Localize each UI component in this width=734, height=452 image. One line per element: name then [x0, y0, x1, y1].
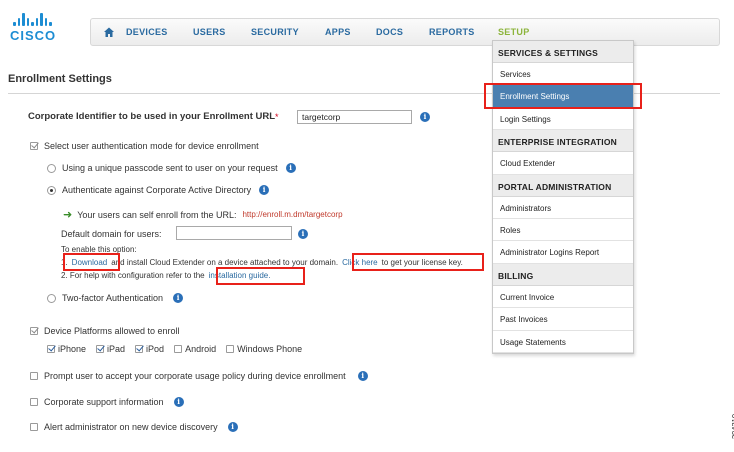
usage-policy-label: Prompt user to accept your corporate usa… — [44, 371, 346, 381]
support-info-row: Corporate support information i — [30, 397, 184, 407]
platform-options: iPhone iPad iPod Android Windows Phone — [47, 344, 302, 354]
self-enroll-url[interactable]: http://enroll.m.dm/targetcorp — [242, 210, 342, 219]
auth-mode-row: Select user authentication mode for devi… — [30, 141, 259, 151]
support-info-checkbox[interactable] — [30, 398, 38, 406]
alert-admin-row: Alert administrator on new device discov… — [30, 422, 238, 432]
usage-policy-checkbox[interactable] — [30, 372, 38, 380]
menu-item-administrators[interactable]: Administrators — [493, 197, 633, 219]
nav-reports[interactable]: REPORTS — [429, 27, 475, 37]
android-checkbox[interactable] — [174, 345, 183, 353]
menu-item-current-invoice[interactable]: Current Invoice — [493, 286, 633, 309]
ad-row: Authenticate against Corporate Active Di… — [47, 185, 270, 195]
two-factor-label: Two-factor Authentication — [62, 293, 164, 303]
auth-mode-label: Select user authentication mode for devi… — [44, 141, 259, 151]
cisco-bars-icon — [13, 12, 56, 26]
windows-phone-checkbox[interactable] — [226, 345, 235, 353]
menu-item-usage-statements[interactable]: Usage Statements — [493, 331, 633, 353]
iphone-checkbox[interactable] — [47, 345, 55, 353]
alert-admin-label: Alert administrator on new device discov… — [44, 422, 218, 432]
highlight-installation-guide — [216, 267, 305, 285]
ipad-label: iPad — [107, 344, 126, 354]
ipod-checkbox[interactable] — [135, 345, 144, 353]
info-icon[interactable]: i — [227, 422, 238, 432]
info-icon[interactable]: i — [357, 371, 368, 381]
corp-id-row: Corporate Identifier to be used in your … — [28, 111, 279, 122]
nav-security[interactable]: SECURITY — [251, 27, 299, 37]
nav-devices[interactable]: DEVICES — [126, 27, 168, 37]
alert-admin-checkbox[interactable] — [30, 423, 38, 431]
default-domain-row: Default domain for users: — [61, 229, 162, 239]
self-enroll-row: ➜ Your users can self enroll from the UR… — [63, 208, 343, 221]
menu-heading: BILLING — [493, 263, 633, 286]
info-icon[interactable]: i — [420, 112, 430, 122]
step2-prefix: 2. For help with configuration refer to … — [61, 271, 205, 280]
required-mark: * — [275, 111, 279, 122]
menu-item-cloud-extender[interactable]: Cloud Extender — [493, 152, 633, 175]
arrow-right-icon: ➜ — [63, 209, 73, 221]
passcode-radio[interactable] — [47, 163, 56, 173]
ipad-checkbox[interactable] — [96, 345, 105, 353]
platforms-row: Device Platforms allowed to enroll — [30, 326, 180, 336]
info-icon[interactable]: i — [285, 163, 296, 173]
info-icon[interactable]: i — [298, 229, 308, 239]
passcode-label: Using a unique passcode sent to user on … — [62, 163, 278, 173]
platforms-checkbox[interactable] — [30, 327, 38, 335]
default-domain-label: Default domain for users: — [61, 229, 162, 239]
figure-id: 294310 — [730, 414, 734, 440]
two-factor-row: Two-factor Authentication i — [47, 293, 184, 303]
self-enroll-text: Your users can self enroll from the URL: — [77, 209, 237, 220]
two-factor-radio[interactable] — [47, 293, 56, 303]
corp-id-input[interactable] — [297, 110, 412, 124]
passcode-row: Using a unique passcode sent to user on … — [47, 163, 296, 173]
menu-item-past-invoices[interactable]: Past Invoices — [493, 308, 633, 331]
iphone-label: iPhone — [58, 344, 87, 354]
info-icon[interactable]: i — [173, 397, 184, 407]
nav-users[interactable]: USERS — [193, 27, 226, 37]
menu-item-admin-logins-report[interactable]: Administrator Logins Report — [493, 241, 633, 264]
menu-heading: SERVICES & SETTINGS — [493, 41, 633, 63]
cisco-logo: CISCO — [10, 12, 56, 43]
page-title: Enrollment Settings — [8, 73, 112, 85]
default-domain-input[interactable] — [176, 226, 292, 240]
support-info-label: Corporate support information — [44, 397, 164, 407]
android-label: Android — [185, 344, 217, 354]
menu-item-login-settings[interactable]: Login Settings — [493, 108, 633, 131]
menu-heading: PORTAL ADMINISTRATION — [493, 174, 633, 197]
windows-phone-label: Windows Phone — [237, 344, 303, 354]
usage-policy-row: Prompt user to accept your corporate usa… — [30, 371, 368, 381]
nav-docs[interactable]: DOCS — [376, 27, 403, 37]
highlight-enrollment-settings — [484, 83, 642, 109]
menu-item-roles[interactable]: Roles — [493, 219, 633, 242]
info-icon[interactable]: i — [259, 185, 270, 195]
corp-id-label: Corporate Identifier to be used in your … — [28, 111, 276, 122]
auth-mode-checkbox[interactable] — [30, 142, 38, 150]
step1-middle: and install Cloud Extender on a device a… — [111, 258, 339, 267]
platforms-label: Device Platforms allowed to enroll — [44, 326, 180, 336]
ad-label: Authenticate against Corporate Active Di… — [62, 185, 252, 195]
highlight-click-here — [352, 253, 484, 271]
highlight-download — [63, 253, 120, 271]
info-icon[interactable]: i — [173, 293, 184, 303]
nav-setup[interactable]: SETUP — [498, 27, 530, 37]
ipod-label: iPod — [146, 344, 165, 354]
logo-text: CISCO — [10, 28, 57, 43]
ad-radio[interactable] — [47, 185, 56, 195]
nav-apps[interactable]: APPS — [325, 27, 351, 37]
home-icon[interactable] — [103, 26, 115, 38]
menu-heading: ENTERPRISE INTEGRATION — [493, 130, 633, 153]
